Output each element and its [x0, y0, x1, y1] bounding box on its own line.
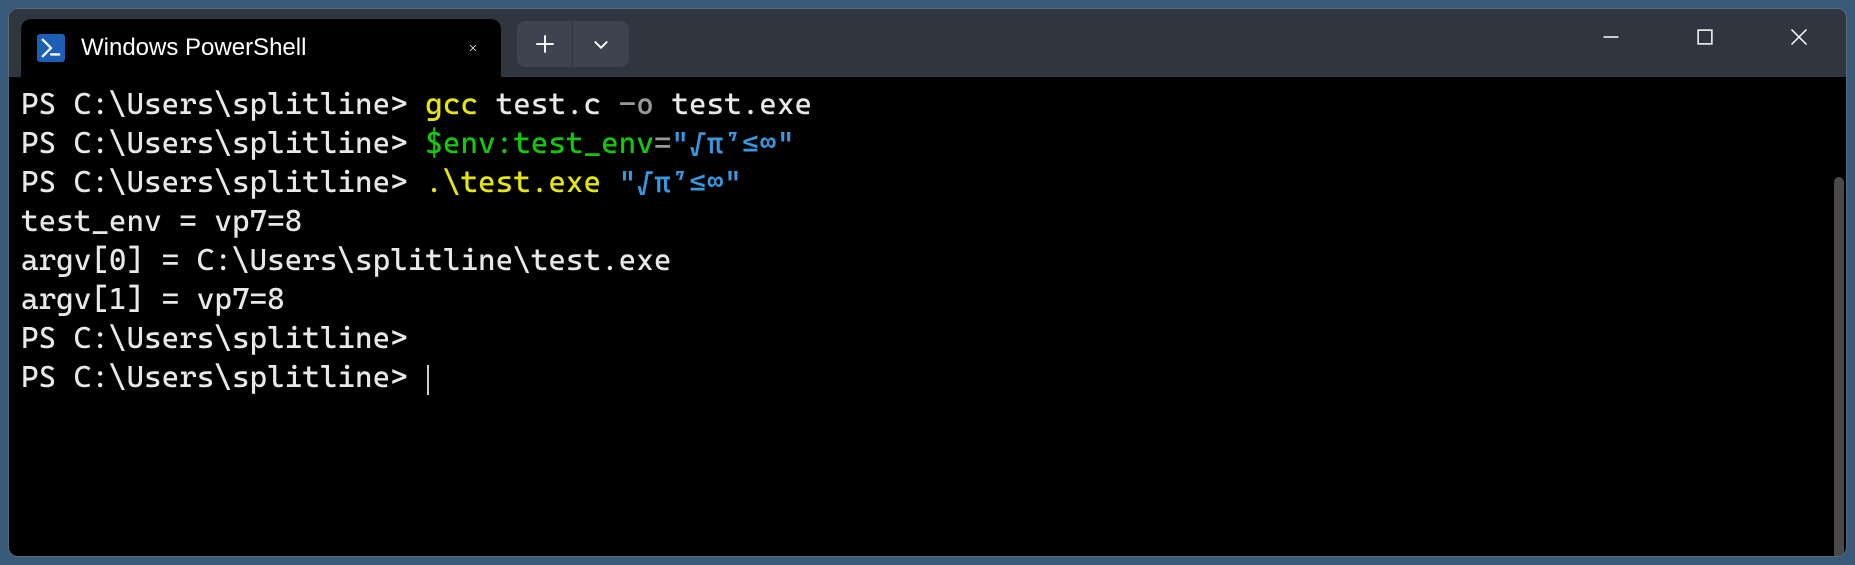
terminal-text-segment: PS C:\Users\splitline> — [21, 87, 425, 122]
terminal-text-segment: test.exe — [654, 87, 812, 122]
terminal-line: PS C:\Users\splitline> $env:test_env="√π… — [21, 124, 1834, 163]
terminal-text-segment: PS C:\Users\splitline> — [21, 321, 408, 356]
terminal-text-segment: gcc — [425, 87, 478, 122]
minimize-button[interactable] — [1564, 9, 1658, 65]
terminal-line: PS C:\Users\splitline> gcc test.c -o tes… — [21, 85, 1834, 124]
terminal-text-segment: argv[1] = vp7=8 — [21, 282, 285, 317]
new-tab-button[interactable] — [517, 21, 573, 67]
scrollbar[interactable] — [1834, 177, 1844, 556]
terminal-text-segment: = — [654, 126, 672, 161]
active-tab[interactable]: Windows PowerShell — [21, 19, 501, 77]
terminal-text-segment: "√π⁷≤∞" — [671, 126, 794, 161]
text-cursor — [427, 365, 429, 395]
titlebar[interactable]: Windows PowerShell — [9, 9, 1846, 77]
terminal-text-segment: PS C:\Users\splitline> — [21, 126, 425, 161]
terminal-line: PS C:\Users\splitline> — [21, 358, 1834, 397]
window-controls — [1564, 9, 1846, 65]
powershell-icon — [37, 34, 65, 62]
terminal-line: PS C:\Users\splitline> — [21, 319, 1834, 358]
tab-title: Windows PowerShell — [81, 34, 461, 62]
terminal-text-segment: $env:test_env — [425, 126, 654, 161]
tab-controls — [517, 21, 629, 67]
terminal-text-segment: PS C:\Users\splitline> — [21, 165, 425, 200]
terminal-line: argv[1] = vp7=8 — [21, 280, 1834, 319]
terminal-text-segment: argv[0] = C:\Users\splitline\test.exe — [21, 243, 671, 278]
terminal-line: argv[0] = C:\Users\splitline\test.exe — [21, 241, 1834, 280]
terminal-text-segment: PS C:\Users\splitline> — [21, 360, 425, 395]
terminal-text-segment: .\test.exe — [425, 165, 601, 200]
tab-dropdown-button[interactable] — [573, 21, 629, 67]
terminal-text-segment: "√π⁷≤∞" — [619, 165, 742, 200]
terminal-text-segment: test_env = vp7=8 — [21, 204, 302, 239]
maximize-button[interactable] — [1658, 9, 1752, 65]
terminal-line: test_env = vp7=8 — [21, 202, 1834, 241]
terminal-line: PS C:\Users\splitline> .\test.exe "√π⁷≤∞… — [21, 163, 1834, 202]
close-tab-button[interactable] — [461, 36, 485, 60]
terminal-text-segment: test.c — [478, 87, 619, 122]
terminal-body[interactable]: PS C:\Users\splitline> gcc test.c -o tes… — [9, 77, 1846, 556]
terminal-text-segment: -o — [619, 87, 654, 122]
terminal-text-segment — [601, 165, 619, 200]
terminal-window: Windows PowerShell PS C:\Us — [8, 8, 1847, 557]
close-window-button[interactable] — [1752, 9, 1846, 65]
